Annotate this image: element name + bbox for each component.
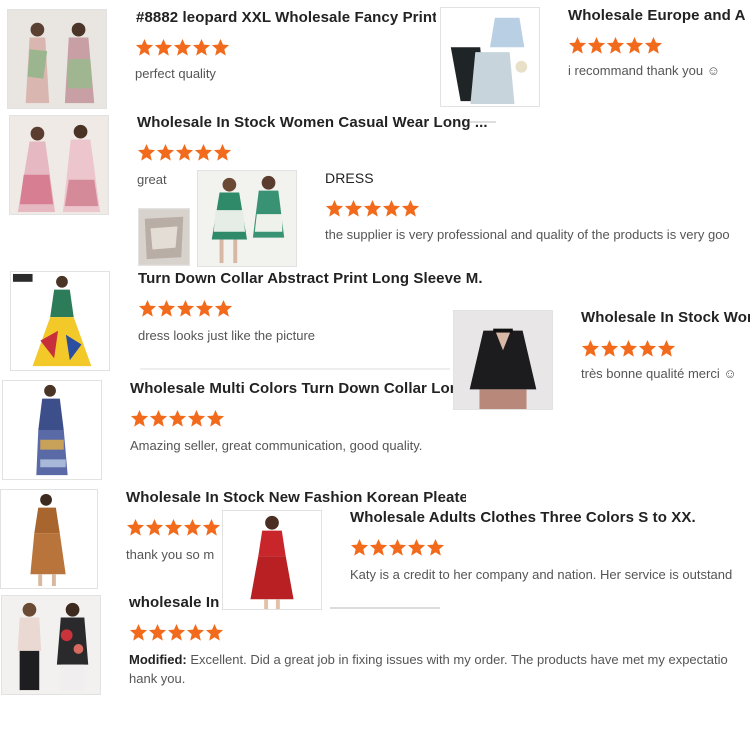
star-icon [154, 38, 173, 57]
star-icon [350, 538, 369, 557]
star-icon [206, 409, 225, 428]
star-icon [167, 623, 186, 642]
star-icon [148, 623, 167, 642]
review-title[interactable]: #8882 leopard XXL Wholesale Fancy Print … [136, 9, 436, 26]
product-image-red-dress[interactable] [222, 510, 322, 610]
star-icon [129, 623, 148, 642]
star-rating [350, 538, 445, 562]
star-rating [325, 199, 420, 223]
review-comment: perfect quality [135, 66, 216, 81]
star-icon [625, 36, 644, 55]
product-image-floral-blouse[interactable] [1, 595, 101, 695]
review-comment-text: Excellent. Did a great job in fixing iss… [186, 652, 728, 667]
star-icon [401, 199, 420, 218]
star-rating [568, 36, 663, 60]
star-icon [176, 299, 195, 318]
star-icon [426, 538, 445, 557]
review-comment: thank you so m [126, 547, 215, 562]
review-comment: Katy is a credit to her company and nati… [350, 567, 733, 582]
review-title[interactable]: Turn Down Collar Abstract Print Long Sle… [138, 270, 483, 287]
star-icon [213, 143, 232, 162]
star-rating [126, 518, 221, 542]
star-icon [186, 623, 205, 642]
divider [140, 368, 450, 370]
review-comment: Modified: Excellent. Did a great job in … [129, 650, 750, 690]
divider [330, 607, 440, 609]
product-image-green-print-dress[interactable] [197, 170, 297, 267]
star-icon [388, 538, 407, 557]
review-title[interactable]: DRESS [325, 170, 445, 186]
star-icon [363, 199, 382, 218]
star-icon [606, 36, 625, 55]
review-title[interactable]: wholesale In [129, 594, 219, 611]
modified-label: Modified: [129, 652, 187, 667]
divider [470, 121, 496, 123]
star-rating [130, 409, 225, 433]
star-icon [638, 339, 657, 358]
star-icon [173, 38, 192, 57]
review-title[interactable]: Wholesale In Stock Women Casual Wear Lon… [137, 114, 497, 131]
star-rating [138, 299, 233, 323]
star-icon [137, 143, 156, 162]
star-icon [369, 538, 388, 557]
star-icon [214, 299, 233, 318]
review-comment: great [137, 172, 167, 187]
star-rating [581, 339, 676, 363]
star-rating [135, 38, 230, 62]
star-icon [587, 36, 606, 55]
star-icon [156, 143, 175, 162]
star-icon [205, 623, 224, 642]
review-title[interactable]: Wholesale Multi Colors Turn Down Collar … [130, 380, 453, 397]
product-image-blue-print-dress[interactable] [2, 380, 102, 480]
product-image-brown-pleated-dress[interactable] [0, 489, 98, 589]
review-title[interactable]: Wholesale Adults Clothes Three Colors S … [350, 509, 695, 526]
review-comment: dress looks just like the picture [138, 328, 316, 343]
review-comment: Amazing seller, great communication, goo… [130, 438, 423, 453]
star-rating [137, 143, 232, 167]
star-icon [619, 339, 638, 358]
review-title[interactable]: Wholesale In Stock Wom [581, 309, 750, 326]
star-icon [187, 409, 206, 428]
review-title[interactable]: Wholesale In Stock New Fashion Korean Pl… [126, 489, 466, 506]
star-icon [211, 38, 230, 57]
star-icon [325, 199, 344, 218]
star-icon [382, 199, 401, 218]
star-icon [138, 299, 157, 318]
product-image-black-sweater[interactable] [453, 310, 553, 410]
product-image-yellow-abstract-dress[interactable] [10, 271, 110, 371]
star-icon [657, 339, 676, 358]
star-rating [129, 623, 224, 647]
star-icon [407, 538, 426, 557]
star-icon [568, 36, 587, 55]
product-image-pink-floral-dress[interactable] [9, 115, 109, 215]
star-icon [149, 409, 168, 428]
review-comment: très bonne qualité merci ☺ [581, 366, 737, 381]
review-comment: i recommand thank you ☺ [568, 63, 721, 78]
star-icon [130, 409, 149, 428]
star-icon [581, 339, 600, 358]
star-icon [192, 38, 211, 57]
product-image-pleated-skirt[interactable] [440, 7, 540, 107]
review-comment: the supplier is very professional and qu… [325, 227, 730, 242]
star-icon [175, 143, 194, 162]
star-icon [164, 518, 183, 537]
star-icon [145, 518, 164, 537]
product-image-fabric-detail[interactable] [138, 208, 190, 266]
star-icon [195, 299, 214, 318]
review-title[interactable]: Wholesale Europe and A [568, 7, 750, 24]
star-icon [157, 299, 176, 318]
star-icon [644, 36, 663, 55]
product-image-floral-dress[interactable] [7, 9, 107, 109]
star-icon [194, 143, 213, 162]
star-icon [135, 38, 154, 57]
star-icon [183, 518, 202, 537]
review-comment-line2: hank you. [129, 671, 186, 686]
star-icon [168, 409, 187, 428]
star-icon [126, 518, 145, 537]
star-icon [202, 518, 221, 537]
star-icon [600, 339, 619, 358]
star-icon [344, 199, 363, 218]
